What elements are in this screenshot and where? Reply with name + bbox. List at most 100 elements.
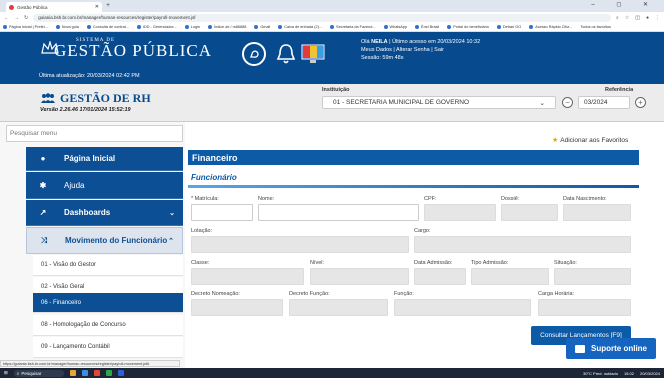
bookmark-icon — [415, 25, 420, 29]
extensions-icon[interactable]: ◫ — [635, 15, 640, 21]
decreto-funcao-field — [289, 299, 388, 316]
submenu-item[interactable]: 09 - Lançamento Contábil — [33, 337, 183, 358]
submenu-item[interactable]: 08 - Homologação de Concurso — [33, 315, 183, 336]
bookmark-item[interactable]: Gmail — [254, 25, 270, 29]
browser-menu-icon[interactable]: ⋮ — [655, 15, 660, 21]
profile-icon[interactable]: ● — [646, 15, 649, 21]
submenu-item-active[interactable]: 06 - Financeiro — [33, 293, 183, 313]
notification-bell-icon[interactable] — [275, 42, 297, 66]
edge-icon[interactable] — [81, 370, 88, 376]
submenu-item[interactable]: 01 - Visão do Gestor — [33, 255, 183, 276]
user-name: NEILA — [371, 39, 388, 45]
bookmark-icon — [330, 25, 335, 29]
bookmark-item[interactable]: Acesso Rápido Citiz... — [529, 25, 572, 29]
taskbar-search[interactable]: ⌕ Pesquisar — [13, 369, 64, 377]
dossie-field — [501, 204, 558, 221]
nivel-label: Nível: — [310, 260, 325, 266]
bookmark-item[interactable]: Portal do beneficiário — [447, 25, 489, 29]
bookmark-item[interactable]: Ênel Brasil — [415, 25, 439, 29]
all-bookmarks[interactable]: Todos os favoritos — [580, 25, 611, 29]
dossie-label: Dossiê: — [501, 196, 520, 202]
clock-date[interactable]: 20/03/2024 — [640, 371, 660, 376]
nome-input[interactable] — [258, 204, 419, 221]
monitor-icon[interactable] — [301, 44, 325, 64]
online-support-button[interactable]: Suporte online — [566, 338, 656, 359]
situacao-label: Situação: — [554, 260, 577, 266]
bookmark-item[interactable]: Índice de / rs86888 — [208, 25, 246, 29]
app-logo[interactable]: SISTEMA DE GESTÃO PÚBLICA — [38, 38, 212, 59]
address-bar: ← → ↻ goiania.bsh.br.com.br/manager/huma… — [0, 12, 664, 23]
decreto-nomeacao-field — [191, 299, 283, 316]
bookmark-icon — [254, 25, 259, 29]
outlook-icon[interactable] — [117, 370, 124, 376]
funcao-label: Função: — [394, 291, 414, 297]
close-tab-icon[interactable]: ✕ — [95, 4, 99, 10]
help-icon: ✱ — [39, 180, 47, 190]
clock-time[interactable]: 15:02 — [624, 371, 634, 376]
admissao-field — [414, 268, 466, 285]
decreto-nomeacao-label: Decreto Nomeação: — [191, 291, 240, 297]
bookmark-item[interactable]: Login — [184, 25, 200, 29]
whatsapp-icon[interactable] — [242, 42, 266, 66]
nome-label: Nome: — [258, 196, 275, 202]
cpf-field — [424, 204, 496, 221]
url-input[interactable]: goiania.bsh.br.com.br/manager/human-reso… — [33, 13, 611, 22]
zoom-icon[interactable]: ⌕ — [616, 15, 619, 21]
institution-select[interactable]: 01 - SECRETARIA MUNICIPAL DE GOVERNO ⌄ — [322, 96, 556, 109]
windows-start-icon[interactable]: ⊞ — [4, 370, 8, 376]
bookmark-item[interactable]: Caixa de entrada (2)... — [278, 25, 322, 29]
browser-tab[interactable]: Gestão Pública ✕ — [6, 2, 102, 12]
bookmark-icon — [278, 25, 283, 29]
carga-label: Carga Horária: — [538, 291, 575, 297]
chrome-icon[interactable] — [93, 370, 100, 376]
sidebar-item-help[interactable]: ✱ Ajuda — [26, 172, 183, 199]
bookmark-item[interactable]: Consulta de contrat... — [86, 25, 129, 29]
weather-text[interactable]: 30°C Pred. nublado — [583, 371, 618, 376]
sidebar-item-label: Ajuda — [64, 180, 85, 190]
cpf-label: CPF: — [424, 196, 437, 202]
chevron-down-icon: ⌄ — [169, 209, 175, 217]
chevron-up-icon: ⌃ — [168, 237, 174, 245]
decreto-funcao-label: Decreto Função: — [289, 291, 330, 297]
cargo-label: Cargo: — [414, 228, 431, 234]
bookmark-item[interactable]: Secretaria da Fazend... — [330, 25, 376, 29]
nascimento-label: Data Nascimento: — [563, 196, 607, 202]
next-reference-button[interactable]: + — [635, 97, 646, 108]
module-logo[interactable]: GESTÃO DE RH — [40, 91, 151, 106]
tab-title: Gestão Pública — [17, 4, 48, 10]
sidebar-item-dashboards[interactable]: ↗ Dashboards ⌄ — [26, 200, 183, 226]
sidebar-item-label: Dashboards — [64, 208, 111, 217]
system-tray: 30°C Pred. nublado 15:02 20/03/2024 — [583, 371, 660, 376]
chart-icon: ↗ — [39, 208, 47, 217]
window-controls[interactable]: – ◻ ✕ — [591, 1, 658, 8]
bookmark-icon — [86, 25, 91, 29]
user-links[interactable]: Meus Dados | Alterar Senha | Sair — [361, 46, 480, 54]
bookmark-item[interactable]: Página Inicial | Prefei... — [3, 25, 48, 29]
bookmark-item[interactable]: Nova guia — [55, 25, 79, 29]
search-menu-input[interactable]: Pesquisar menu — [6, 125, 183, 142]
bookmark-item[interactable]: WhatsApp — [383, 25, 407, 29]
tipo-admissao-label: Tipo Admissão: — [471, 260, 509, 266]
star-icon: ★ — [552, 137, 559, 144]
file-explorer-icon[interactable] — [69, 370, 76, 376]
bookmark-item[interactable]: Detran GO — [496, 25, 521, 29]
nascimento-field — [563, 204, 631, 221]
bookmark-star-icon[interactable]: ☆ — [625, 15, 629, 21]
subsection-divider — [188, 185, 639, 188]
bookmark-icon — [184, 25, 189, 29]
excel-icon[interactable] — [105, 370, 112, 376]
forward-icon[interactable]: → — [14, 15, 19, 21]
sidebar-item-employee-movement[interactable]: ⤨ Movimento do Funcionário ⌃ — [26, 227, 183, 254]
back-icon[interactable]: ← — [4, 15, 9, 21]
carga-field — [538, 299, 631, 316]
sidebar-item-home[interactable]: ● Página Inicial — [26, 147, 183, 171]
previous-reference-button[interactable]: − — [562, 97, 573, 108]
reload-icon[interactable]: ↻ — [24, 15, 28, 21]
matricula-input[interactable] — [191, 204, 253, 221]
add-favorites-link[interactable]: ★ Adicionar aos Favoritos — [552, 136, 628, 145]
tipo-admissao-field — [471, 268, 549, 285]
new-tab-button[interactable]: + — [106, 2, 110, 9]
bookmark-item[interactable]: IDD - Gerenciador... — [136, 25, 177, 29]
search-icon: ⌕ — [16, 370, 20, 376]
reference-input[interactable]: 03/2024 — [578, 96, 630, 109]
